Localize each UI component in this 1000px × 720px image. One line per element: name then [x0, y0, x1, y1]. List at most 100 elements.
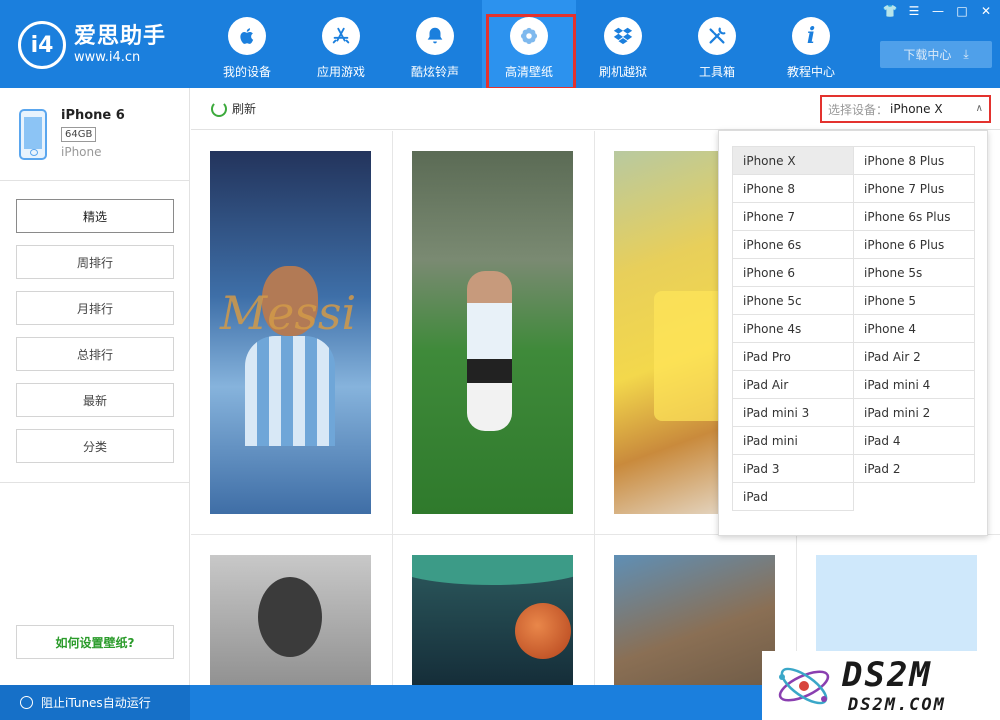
device-option[interactable]: iPhone 6 — [732, 258, 854, 287]
minimize-icon[interactable]: — — [928, 2, 948, 20]
window-controls: 👕 ☰ — □ ✕ — [880, 2, 996, 20]
refresh-label: 刷新 — [232, 102, 257, 116]
dropbox-icon — [604, 17, 642, 55]
device-option[interactable]: iPhone X — [732, 146, 854, 175]
watermark: DS2M DS2M.COM — [762, 651, 1000, 720]
side-menu-weekly[interactable]: 周排行 — [16, 245, 174, 279]
device-select-label: 选择设备： — [828, 102, 889, 117]
menu-icon[interactable]: ☰ — [904, 2, 924, 20]
device-option[interactable]: iPad Air — [732, 370, 854, 399]
device-option[interactable]: iPhone 7 — [732, 202, 854, 231]
info-icon: i — [792, 17, 830, 55]
watermark-sub: DS2M.COM — [848, 695, 946, 715]
device-option[interactable]: iPhone 6 Plus — [853, 230, 975, 259]
nav-label: 工具箱 — [698, 65, 735, 79]
device-option[interactable]: iPad mini 4 — [853, 370, 975, 399]
iphone-icon — [19, 109, 47, 160]
wallpaper-thumbnail[interactable] — [412, 555, 573, 685]
nav-toolbox[interactable]: 工具箱 — [670, 0, 764, 88]
device-option[interactable]: iPhone 6s Plus — [853, 202, 975, 231]
download-center-button[interactable]: 下载中心 ⤓ — [880, 41, 992, 68]
side-menu: 精选 周排行 月排行 总排行 最新 分类 — [16, 199, 174, 475]
download-center-label: 下载中心 — [903, 48, 952, 62]
download-icon: ⤓ — [963, 47, 969, 61]
wallpaper-thumbnail[interactable] — [210, 555, 371, 685]
device-capacity: 64GB — [61, 127, 97, 142]
device-select[interactable]: 选择设备： iPhone X ∧ — [820, 95, 991, 123]
chevron-up-icon: ∧ — [975, 103, 983, 114]
refresh-icon — [211, 100, 227, 117]
refresh-button[interactable]: 刷新 — [211, 100, 256, 117]
watermark-main: DS2M — [842, 655, 932, 695]
side-menu-monthly[interactable]: 月排行 — [16, 291, 174, 325]
side-menu-alltime[interactable]: 总排行 — [16, 337, 174, 371]
divider — [594, 131, 595, 685]
maximize-icon[interactable]: □ — [952, 2, 972, 20]
device-type: iPhone — [61, 145, 102, 159]
nav-flash-jailbreak[interactable]: 刷机越狱 — [576, 0, 670, 88]
toolbar: 刷新 选择设备： iPhone X ∧ — [191, 88, 1000, 130]
main-nav: 我的设备 应用游戏 酷炫铃声 高清壁纸 刷机越狱 工具箱 i 教程中心 — [200, 0, 858, 90]
device-option[interactable]: iPad 2 — [853, 454, 975, 483]
device-option[interactable]: iPhone 5c — [732, 286, 854, 315]
nav-label: 我的设备 — [222, 65, 271, 79]
atom-logo-icon — [778, 667, 830, 705]
close-icon[interactable]: ✕ — [976, 2, 996, 20]
header: i4 爱思助手 www.i4.cn 我的设备 应用游戏 酷炫铃声 高清壁纸 刷机… — [0, 0, 1000, 90]
app-store-icon — [322, 17, 360, 55]
device-option[interactable]: iPhone 7 Plus — [853, 174, 975, 203]
device-option[interactable]: iPhone 8 Plus — [853, 146, 975, 175]
device-dropdown: iPhone XiPhone 8 Plus iPhone 8 iPhone 7 Pl… — [718, 130, 988, 536]
nav-label: 高清壁纸 — [504, 65, 553, 79]
nav-wallpapers[interactable]: 高清壁纸 — [482, 0, 576, 90]
device-option[interactable]: iPad mini 2 — [853, 398, 975, 427]
nav-label: 应用游戏 — [316, 65, 365, 79]
device-option[interactable]: iPad mini — [732, 426, 854, 455]
nav-apps-games[interactable]: 应用游戏 — [294, 0, 388, 88]
tools-icon — [698, 17, 736, 55]
device-select-value: iPhone X — [890, 102, 943, 116]
nav-my-device[interactable]: 我的设备 — [200, 0, 294, 88]
bell-icon — [416, 17, 454, 55]
divider — [0, 482, 189, 483]
device-option[interactable]: iPhone 6s — [732, 230, 854, 259]
device-option[interactable]: iPhone 8 — [732, 174, 854, 203]
nav-tutorials[interactable]: i 教程中心 — [764, 0, 858, 88]
flower-icon — [510, 17, 548, 55]
shirt-icon[interactable]: 👕 — [880, 2, 900, 20]
device-option[interactable]: iPad mini 3 — [732, 398, 854, 427]
device-option[interactable]: iPhone 4 — [853, 314, 975, 343]
app-logo: i4 爱思助手 www.i4.cn — [18, 20, 166, 70]
nav-label: 教程中心 — [786, 65, 835, 79]
device-option[interactable]: iPad Pro — [732, 342, 854, 371]
device-option-list: iPhone XiPhone 8 Plus iPhone 8 iPhone 7 Pl… — [732, 146, 975, 511]
side-menu-categories[interactable]: 分类 — [16, 429, 174, 463]
apple-icon — [228, 17, 266, 55]
radio-icon — [20, 696, 33, 709]
wallpaper-thumbnail[interactable] — [614, 555, 775, 685]
itunes-block-toggle[interactable]: 阻止iTunes自动运行 — [0, 685, 190, 720]
device-option[interactable]: iPad 4 — [853, 426, 975, 455]
i4-logo-icon: i4 — [18, 21, 66, 69]
device-option[interactable]: iPad — [732, 482, 854, 511]
nav-ringtones[interactable]: 酷炫铃声 — [388, 0, 482, 88]
side-menu-latest[interactable]: 最新 — [16, 383, 174, 417]
device-option[interactable]: iPad 3 — [732, 454, 854, 483]
wallpaper-thumbnail[interactable] — [412, 151, 573, 514]
device-option[interactable]: iPhone 4s — [732, 314, 854, 343]
nav-label: 刷机越狱 — [598, 65, 647, 79]
device-name: iPhone 6 — [61, 108, 125, 123]
device-card: iPhone 6 64GB iPhone — [0, 88, 189, 181]
app-name: 爱思助手 — [74, 24, 167, 49]
wallpaper-thumbnail[interactable]: Messi — [210, 151, 371, 514]
side-menu-featured[interactable]: 精选 — [16, 199, 174, 233]
itunes-block-label: 阻止iTunes自动运行 — [41, 696, 151, 710]
device-option[interactable]: iPhone 5s — [853, 258, 975, 287]
howto-wallpaper-button[interactable]: 如何设置壁纸? — [16, 625, 174, 659]
app-url: www.i4.cn — [74, 50, 141, 65]
divider — [392, 131, 393, 685]
nav-label: 酷炫铃声 — [410, 65, 459, 79]
device-option[interactable]: iPhone 5 — [853, 286, 975, 315]
sidebar: iPhone 6 64GB iPhone 精选 周排行 月排行 总排行 最新 分… — [0, 88, 190, 685]
device-option[interactable]: iPad Air 2 — [853, 342, 975, 371]
